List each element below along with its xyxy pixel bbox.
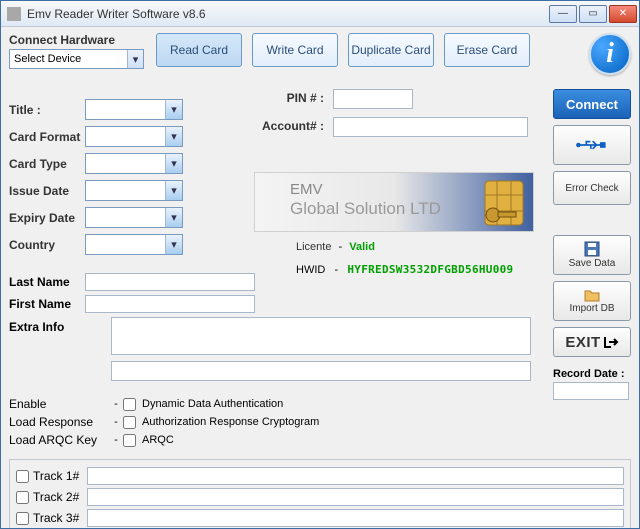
track2-input[interactable]: [87, 488, 624, 506]
window-title: Emv Reader Writer Software v8.6: [27, 7, 549, 21]
expiry-date-dropdown[interactable]: ▾: [85, 207, 183, 228]
first-name-label: First Name: [9, 297, 85, 311]
usb-icon: [575, 136, 609, 154]
last-name-label: Last Name: [9, 275, 85, 289]
connect-hardware-label: Connect Hardware: [9, 33, 144, 47]
account-label: Account# :: [256, 119, 324, 133]
banner-line2: Global Solution LTD: [290, 199, 441, 219]
track2-label: Track 2#: [33, 490, 87, 504]
load-response-checkbox[interactable]: [123, 416, 136, 429]
titlebar: Emv Reader Writer Software v8.6 — ▭ ✕: [1, 1, 639, 27]
connect-button[interactable]: Connect: [553, 89, 631, 119]
save-data-button[interactable]: Save Data: [553, 235, 631, 275]
chevron-down-icon: ▾: [165, 181, 182, 200]
record-date-label: Record Date :: [553, 368, 631, 380]
track2-checkbox[interactable]: [16, 491, 29, 504]
enable-checkbox[interactable]: [123, 398, 136, 411]
chevron-down-icon: ▾: [165, 154, 182, 173]
enable-label: Enable: [9, 397, 109, 411]
pin-input[interactable]: [333, 89, 413, 109]
issue-date-dropdown[interactable]: ▾: [85, 180, 183, 201]
chip-key-icon: [483, 179, 525, 227]
device-select-value: Select Device: [14, 53, 81, 65]
write-card-button[interactable]: Write Card: [252, 33, 338, 67]
track1-label: Track 1#: [33, 469, 87, 483]
title-dropdown[interactable]: ▾: [85, 99, 183, 120]
track1-input[interactable]: [87, 467, 624, 485]
track3-label: Track 3#: [33, 511, 87, 525]
save-icon: [584, 241, 600, 257]
load-arqc-label: Load ARQC Key: [9, 433, 109, 447]
license-value: Valid: [349, 241, 375, 253]
minimize-button[interactable]: —: [549, 5, 577, 23]
folder-icon: [584, 288, 600, 302]
license-label: Licente: [296, 241, 331, 253]
maximize-button[interactable]: ▭: [579, 5, 607, 23]
import-db-button[interactable]: Import DB: [553, 281, 631, 321]
hwid-value: HYFREDSW3532DFGBD56HU009: [347, 263, 513, 276]
error-check-button[interactable]: Error Check: [553, 171, 631, 205]
country-dropdown[interactable]: ▾: [85, 234, 183, 255]
erase-card-button[interactable]: Erase Card: [444, 33, 530, 67]
usb-button[interactable]: [553, 125, 631, 165]
first-name-input[interactable]: [85, 295, 255, 313]
app-icon: [7, 7, 21, 21]
app-window: Emv Reader Writer Software v8.6 — ▭ ✕ Co…: [0, 0, 640, 529]
brand-banner: EMV Global Solution LTD: [254, 172, 534, 232]
license-status: Licente - Valid: [296, 241, 375, 253]
chevron-down-icon: ▾: [165, 235, 182, 254]
chevron-down-icon: ▾: [165, 100, 182, 119]
title-label: Title :: [9, 103, 85, 117]
device-select[interactable]: Select Device ▾: [9, 49, 144, 69]
close-button[interactable]: ✕: [609, 5, 637, 23]
extra-info-textarea[interactable]: [111, 317, 531, 355]
issue-date-label: Issue Date: [9, 184, 85, 198]
tracks-group: Track 1# Track 2# Track 3#: [9, 459, 631, 528]
hwid-status: HWID - HYFREDSW3532DFGBD56HU009: [296, 263, 514, 276]
account-input[interactable]: [333, 117, 528, 137]
card-format-label: Card Format: [9, 130, 85, 144]
track3-input[interactable]: [87, 509, 624, 527]
chevron-down-icon: ▾: [165, 127, 182, 146]
exit-button[interactable]: EXIT: [553, 327, 631, 357]
track1-checkbox[interactable]: [16, 470, 29, 483]
banner-line1: EMV: [290, 181, 323, 198]
extra-info-input2[interactable]: [111, 361, 531, 381]
card-format-dropdown[interactable]: ▾: [85, 126, 183, 147]
record-date-input[interactable]: [553, 382, 629, 400]
info-icon[interactable]: i: [589, 33, 631, 75]
exit-arrow-icon: [603, 335, 619, 349]
hwid-label: HWID: [296, 264, 325, 276]
load-arqc-option: ARQC: [142, 434, 174, 446]
chevron-down-icon: ▾: [127, 50, 143, 68]
country-label: Country: [9, 238, 85, 252]
load-response-label: Load Response: [9, 415, 109, 429]
pin-label: PIN # :: [256, 91, 324, 105]
read-card-button[interactable]: Read Card: [156, 33, 242, 67]
content-area: Connect Hardware Select Device ▾ Read Ca…: [1, 27, 639, 528]
load-arqc-checkbox[interactable]: [123, 434, 136, 447]
card-type-label: Card Type: [9, 157, 85, 171]
track3-checkbox[interactable]: [16, 512, 29, 525]
extra-info-label: Extra Info: [9, 320, 64, 334]
load-response-option: Authorization Response Cryptogram: [142, 416, 319, 428]
expiry-date-label: Expiry Date: [9, 211, 85, 225]
chevron-down-icon: ▾: [165, 208, 182, 227]
enable-option: Dynamic Data Authentication: [142, 398, 283, 410]
card-type-dropdown[interactable]: ▾: [85, 153, 183, 174]
duplicate-card-button[interactable]: Duplicate Card: [348, 33, 434, 67]
last-name-input[interactable]: [85, 273, 255, 291]
